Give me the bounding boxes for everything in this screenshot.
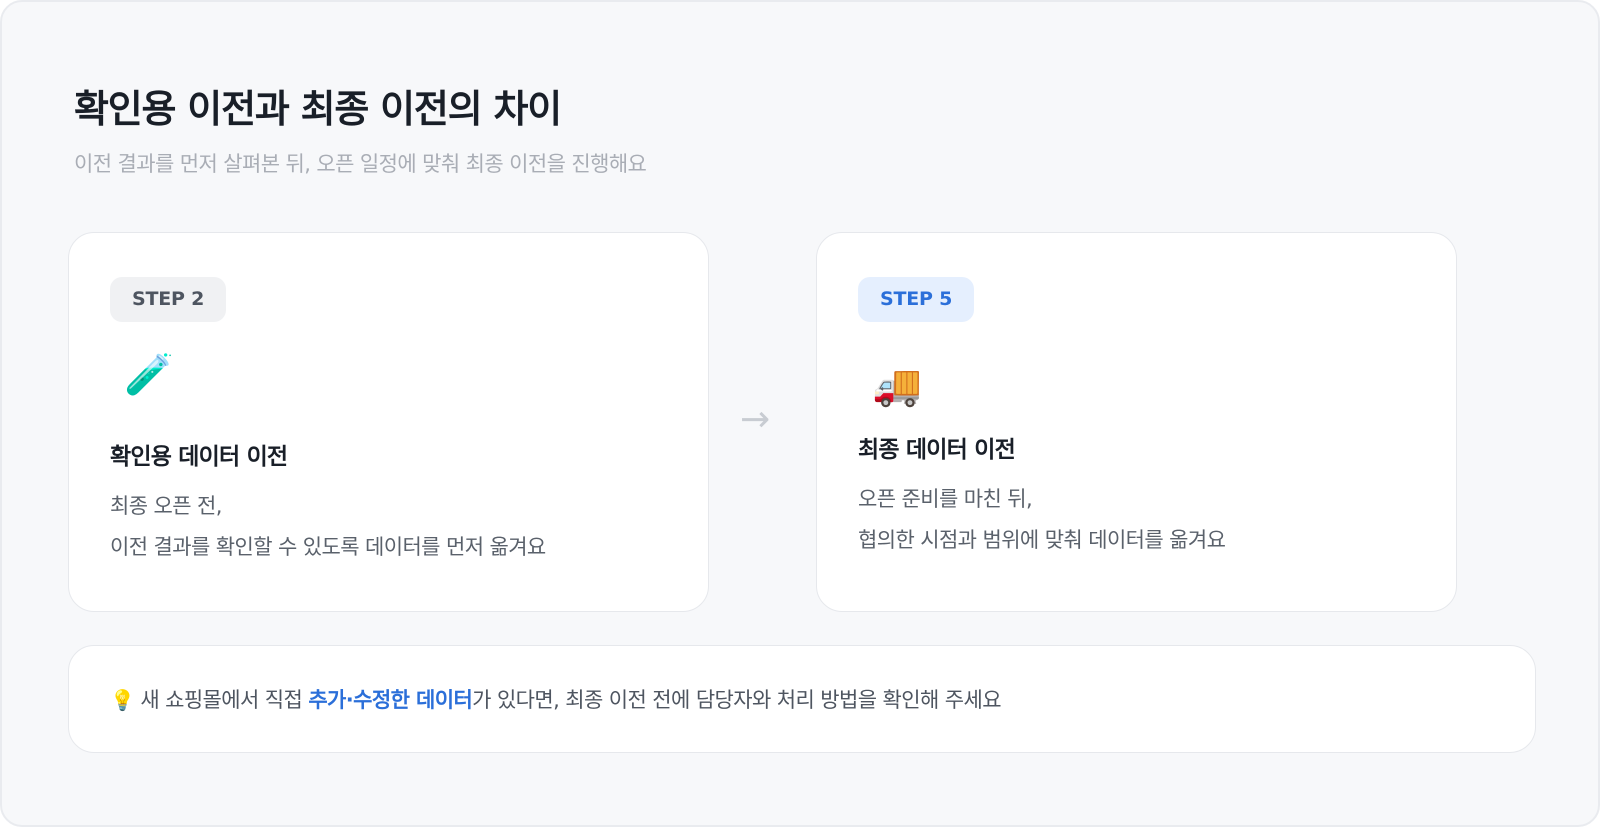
note-suffix: 가 있다면, 최종 이전 전에 담당자와 처리 방법을 확인해 주세요 [472,688,1001,712]
delivery-truck-icon: 🚚 [872,363,922,409]
card-description-line: 오픈 준비를 마친 뒤, [858,487,1033,511]
step-badge: STEP 5 [858,277,975,322]
card-description: 최종 오픈 전, 이전 결과를 확인할 수 있도록 데이터를 먼저 옮겨요 [110,486,546,568]
card-description-line: 협의한 시점과 범위에 맞춰 데이터를 옮겨요 [858,528,1226,552]
page-title: 확인용 이전과 최종 이전의 차이 [74,87,562,131]
comparison-panel: 확인용 이전과 최종 이전의 차이 이전 결과를 먼저 살펴본 뒤, 오픈 일정… [0,0,1600,827]
note-text: 💡 새 쇼핑몰에서 직접 추가·수정한 데이터가 있다면, 최종 이전 전에 담당… [110,684,1002,714]
page-subtitle: 이전 결과를 먼저 살펴본 뒤, 오픈 일정에 맞춰 최종 이전을 진행해요 [74,152,647,176]
note-highlight: 추가·수정한 데이터 [308,688,473,712]
card-description: 오픈 준비를 마친 뒤, 협의한 시점과 범위에 맞춰 데이터를 옮겨요 [858,479,1226,561]
card-description-line: 이전 결과를 확인할 수 있도록 데이터를 먼저 옮겨요 [110,535,546,559]
info-note: 💡 새 쇼핑몰에서 직접 추가·수정한 데이터가 있다면, 최종 이전 전에 담당… [68,645,1536,753]
step-card-verification: STEP 2 🧪 확인용 데이터 이전 최종 오픈 전, 이전 결과를 확인할 … [68,232,709,612]
step-card-final: STEP 5 🚚 최종 데이터 이전 오픈 준비를 마친 뒤, 협의한 시점과 … [816,232,1457,612]
card-title: 최종 데이터 이전 [858,437,1016,463]
card-description-line: 최종 오픈 전, [110,494,222,518]
lightbulb-icon: 💡 [110,688,135,712]
card-title: 확인용 데이터 이전 [110,444,288,470]
step-badge: STEP 2 [110,277,227,322]
note-prefix: 새 쇼핑몰에서 직접 [140,688,309,712]
test-tube-icon: 🧪 [124,352,174,398]
arrow-right-icon: → [740,399,771,440]
